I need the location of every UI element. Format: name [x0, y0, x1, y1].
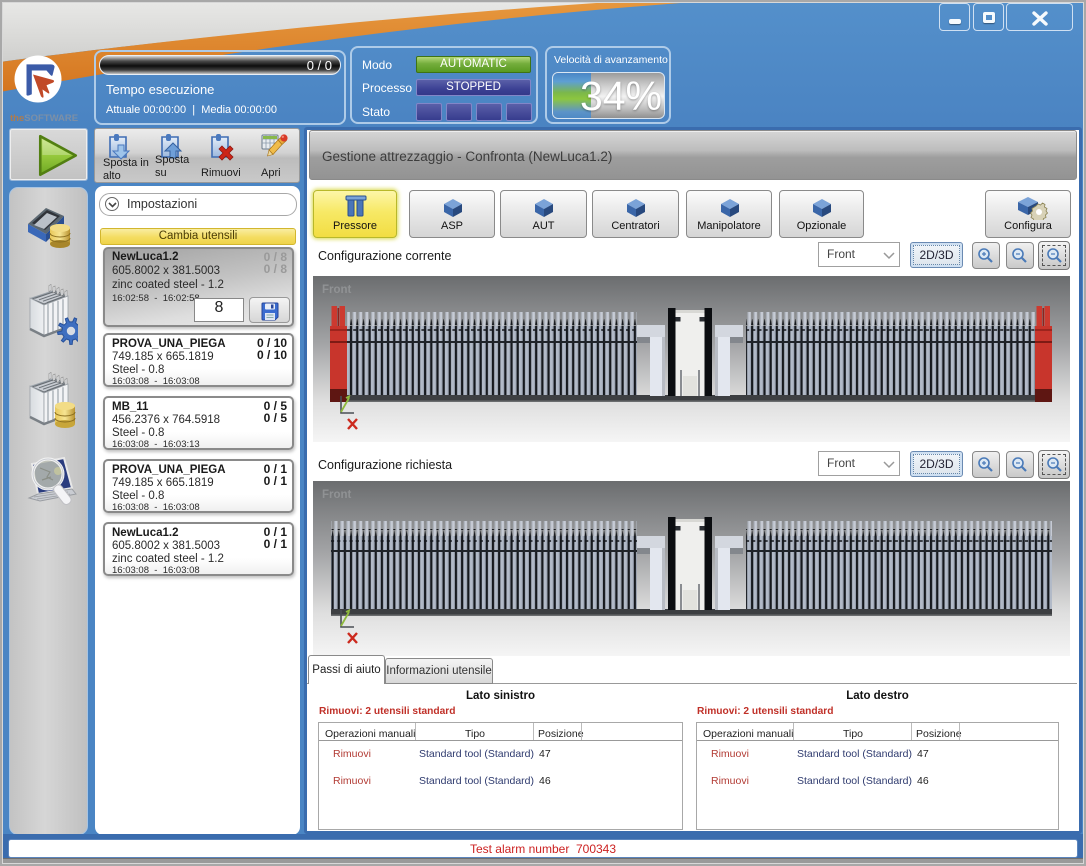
svg-text:Front: Front	[322, 284, 352, 296]
svg-text:Front: Front	[322, 489, 352, 501]
